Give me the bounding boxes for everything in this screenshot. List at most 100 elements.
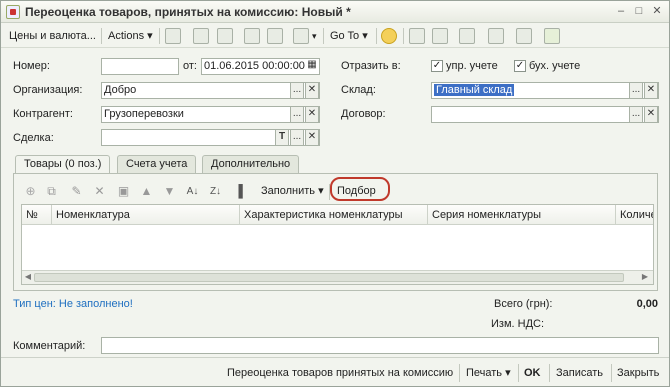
clear-icon[interactable]: ✕: [305, 106, 319, 123]
prices-currency-button[interactable]: Цены и валюта...: [6, 27, 99, 45]
tab-additional[interactable]: Дополнительно: [202, 155, 300, 173]
warehouse-input[interactable]: Главный склад ... ✕: [431, 82, 659, 99]
print-form-button[interactable]: Переоценка товаров принятых на комиссию: [227, 366, 453, 380]
bottom-separator: [611, 364, 612, 382]
calendar-icon[interactable]: ▦: [305, 58, 319, 75]
close-icon[interactable]: ✕: [649, 4, 665, 19]
window-title: Переоценка товаров, принятых на комиссию…: [25, 5, 351, 19]
move-down-icon[interactable]: ▼: [162, 184, 177, 199]
clear-icon[interactable]: ✕: [644, 106, 658, 123]
book-accounting-checkbox[interactable]: ✓: [514, 60, 526, 72]
select-button[interactable]: ...: [629, 106, 643, 123]
settings-icon[interactable]: [516, 28, 532, 44]
maximize-icon[interactable]: □: [631, 4, 647, 19]
post-icon[interactable]: [244, 28, 260, 44]
print-menu[interactable]: Печать ▾: [466, 366, 511, 380]
chevron-down-icon: ▾: [505, 367, 511, 379]
help-icon[interactable]: [381, 28, 397, 44]
based-on-icon[interactable]: [293, 28, 309, 44]
vat-label: Изм. НДС:: [491, 318, 545, 330]
scroll-left-icon[interactable]: ◀: [22, 271, 34, 283]
end-edit-icon[interactable]: ▣: [116, 184, 131, 199]
sort-asc-icon[interactable]: A↓: [185, 184, 200, 199]
column-header[interactable]: Количество: [616, 205, 653, 225]
clear-icon[interactable]: ✕: [644, 82, 658, 99]
contract-input[interactable]: ... ✕: [431, 106, 659, 123]
total-value: 0,00: [636, 298, 658, 310]
fill-label: Заполнить: [261, 185, 316, 197]
counterparty-value: Грузоперевозки: [104, 108, 184, 120]
scrollbar-thumb[interactable]: [34, 273, 624, 282]
warehouse-value: Главный склад: [434, 84, 515, 96]
preview-icon[interactable]: [459, 28, 475, 44]
tab-accounts[interactable]: Счета учета: [117, 155, 197, 173]
select-button[interactable]: ...: [290, 106, 304, 123]
toolbar-separator: [323, 28, 324, 44]
document-window: Переоценка товаров, принятых на комиссию…: [0, 0, 670, 387]
actions-menu[interactable]: Actions ▾: [105, 27, 156, 45]
column-header[interactable]: Номенклатура: [52, 205, 240, 225]
add-row-icon[interactable]: ⊕: [23, 184, 38, 199]
move-up-icon[interactable]: ▲: [139, 184, 154, 199]
structure-icon[interactable]: [432, 28, 448, 44]
select-button[interactable]: ...: [290, 129, 304, 146]
column-header[interactable]: Характеристика номенклатуры: [240, 205, 428, 225]
save-button[interactable]: Записать: [556, 366, 603, 380]
dt-kt-icon[interactable]: [544, 28, 560, 44]
table-header: № Номенклатура Характеристика номенклату…: [22, 205, 653, 225]
deal-input[interactable]: T ... ✕: [101, 129, 320, 146]
copy-icon[interactable]: [193, 28, 209, 44]
tab-goods[interactable]: Товары (0 поз.): [15, 155, 111, 174]
date-input[interactable]: 01.06.2015 00:00:00 ▦: [201, 58, 320, 75]
deal-label: Сделка:: [13, 132, 54, 144]
list-icon[interactable]: [409, 28, 425, 44]
mgmt-accounting-label: упр. учете: [446, 60, 498, 72]
select-button[interactable]: ...: [629, 82, 643, 99]
comment-label: Комментарий:: [13, 340, 86, 352]
goods-table[interactable]: № Номенклатура Характеристика номенклату…: [21, 204, 654, 285]
clear-icon[interactable]: ✕: [305, 129, 319, 146]
reflect-label: Отразить в:: [341, 60, 401, 72]
refresh-icon[interactable]: [217, 28, 233, 44]
toolbar-separator: [376, 28, 377, 44]
number-input[interactable]: [101, 58, 179, 75]
edit-row-icon[interactable]: ✎: [69, 184, 84, 199]
chevron-down-icon: ▾: [318, 185, 324, 197]
organization-input[interactable]: Добро ... ✕: [101, 82, 320, 99]
type-icon[interactable]: T: [275, 129, 289, 146]
clear-icon[interactable]: ✕: [305, 82, 319, 99]
save-icon[interactable]: [165, 28, 181, 44]
counterparty-label: Контрагент:: [13, 108, 73, 120]
comment-input[interactable]: [101, 337, 659, 354]
close-button[interactable]: Закрыть: [617, 366, 659, 380]
sort-desc-icon[interactable]: Z↓: [208, 184, 223, 199]
title-bar: Переоценка товаров, принятых на комиссию…: [1, 1, 669, 23]
copy-row-icon[interactable]: ⧉: [44, 184, 59, 199]
price-type-link[interactable]: Тип цен: Не заполнено!: [13, 298, 133, 310]
report-icon[interactable]: [488, 28, 504, 44]
ok-button[interactable]: OK: [524, 366, 541, 380]
total-label: Всего (грн):: [494, 298, 553, 310]
mgmt-accounting-checkbox[interactable]: ✓: [431, 60, 443, 72]
select-button[interactable]: ...: [290, 82, 304, 99]
horizontal-scrollbar[interactable]: ◀ ▶: [22, 270, 653, 284]
organization-label: Организация:: [13, 84, 83, 96]
chevron-down-icon: ▾: [147, 30, 153, 42]
counterparty-input[interactable]: Грузоперевозки ... ✕: [101, 106, 320, 123]
scroll-right-icon[interactable]: ▶: [639, 271, 651, 283]
bottom-separator: [549, 364, 550, 382]
fill-menu[interactable]: Заполнить ▾: [258, 182, 327, 200]
goto-label: Go To: [330, 30, 360, 42]
delete-row-icon[interactable]: ✕: [92, 184, 107, 199]
minimize-icon[interactable]: –: [613, 4, 629, 19]
contract-label: Договор:: [341, 108, 386, 120]
actions-label: Actions: [108, 30, 145, 42]
barcode-icon[interactable]: ▐: [231, 184, 246, 199]
unpost-icon[interactable]: [267, 28, 283, 44]
toolbar: Цены и валюта... Actions ▾ ▾ Go To ▾: [1, 24, 669, 48]
column-header[interactable]: Серия номенклатуры: [428, 205, 616, 225]
column-header[interactable]: №: [22, 205, 52, 225]
chevron-down-icon[interactable]: ▾: [309, 27, 320, 45]
number-label: Номер:: [13, 60, 50, 72]
goto-menu[interactable]: Go To ▾: [327, 27, 371, 45]
